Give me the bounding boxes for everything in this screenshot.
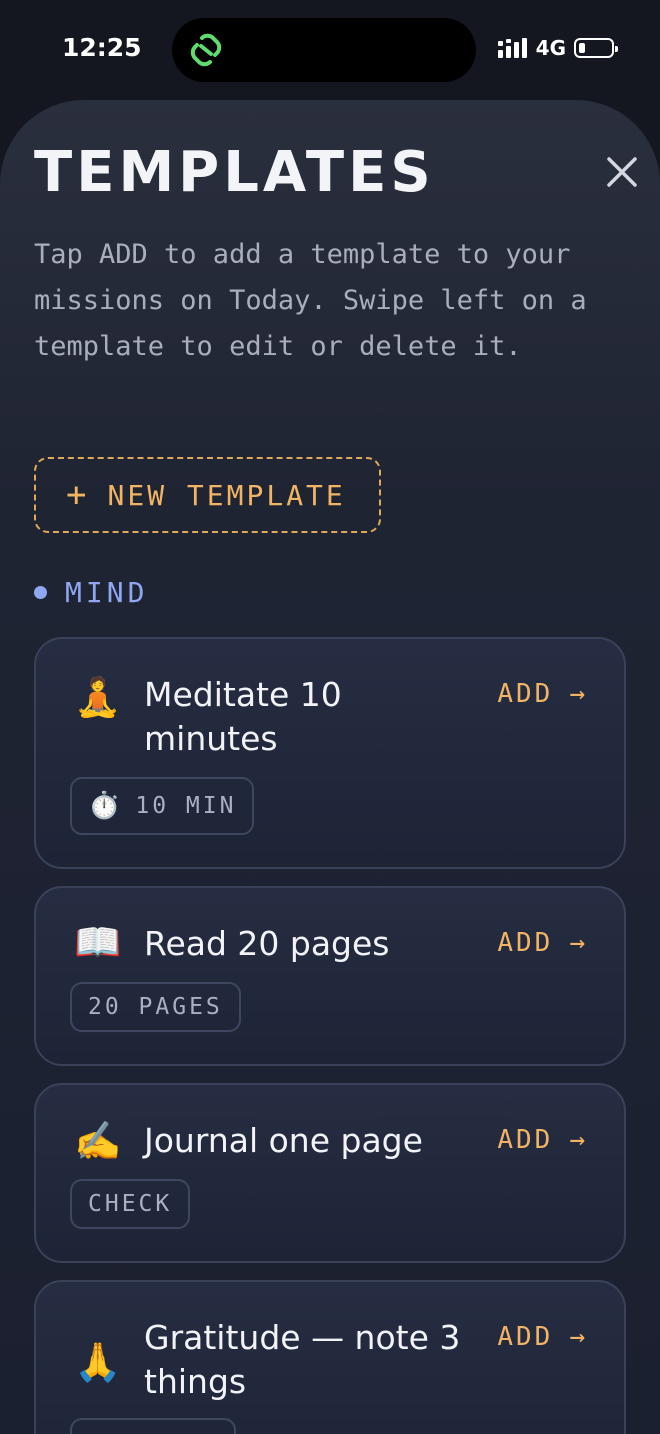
meditation-icon: 🧘 [74,675,122,719]
template-card[interactable]: 🙏 Gratitude — note 3 things ADD → [34,1280,626,1434]
new-template-button[interactable]: + NEW TEMPLATE [34,457,381,533]
arrow-right-icon: → [569,928,588,958]
add-label: ADD [497,928,554,958]
template-tag [70,1418,236,1434]
praying-hands-icon: 🙏 [74,1340,122,1384]
signal-icon [497,38,527,58]
section-dot-icon [34,586,47,599]
dynamic-island [172,18,476,82]
add-button[interactable]: ADD → [497,679,588,709]
plus-icon: + [66,475,90,515]
book-icon: 📖 [74,920,122,964]
template-tag: CHECK [70,1179,191,1229]
add-label: ADD [497,1125,554,1155]
network-type: 4G [535,36,566,60]
writing-hand-icon: ✍️ [74,1119,122,1163]
add-label: ADD [497,1322,554,1352]
template-title: Gratitude — note 3 things [144,1318,461,1401]
add-button[interactable]: ADD → [497,928,588,958]
arrow-right-icon: → [569,1125,588,1155]
template-card[interactable]: 📖 Read 20 pages ADD → 20 PAGES [34,886,626,1066]
status-time: 12:25 [62,33,142,62]
instructions-text: Tap ADD to add a template to your missio… [34,239,587,362]
arrow-right-icon: → [569,1322,588,1352]
section-header-mind: MIND [34,576,148,609]
page-title: TEMPLATES [34,140,435,205]
add-label: ADD [497,679,554,709]
link-app-icon [190,33,222,67]
status-indicators: 4G [497,36,618,60]
stopwatch-icon: ⏱️ [88,791,124,821]
status-bar: 12:25 4G [0,0,660,100]
template-title: Read 20 pages [144,924,390,963]
tag-label: 20 PAGES [88,994,223,1020]
arrow-right-icon: → [569,679,588,709]
tag-label: 10 MIN [135,793,237,819]
template-card[interactable]: 🧘 Meditate 10 minutes ADD → ⏱️ 10 MIN [34,637,626,869]
add-button[interactable]: ADD → [497,1125,588,1155]
template-tag: ⏱️ 10 MIN [70,777,255,835]
template-title: Journal one page [144,1121,423,1160]
close-button[interactable] [598,148,646,196]
template-tag: 20 PAGES [70,982,241,1032]
section-label: MIND [65,576,149,609]
close-icon [607,157,637,187]
template-card[interactable]: ✍️ Journal one page ADD → CHECK [34,1083,626,1263]
battery-icon [574,38,618,58]
template-title: Meditate 10 minutes [144,675,342,758]
new-template-label: NEW TEMPLATE [107,478,346,512]
tag-label: CHECK [88,1191,173,1217]
templates-sheet: TEMPLATES Tap ADD to add a template to y… [0,100,660,1434]
add-button[interactable]: ADD → [497,1322,588,1352]
